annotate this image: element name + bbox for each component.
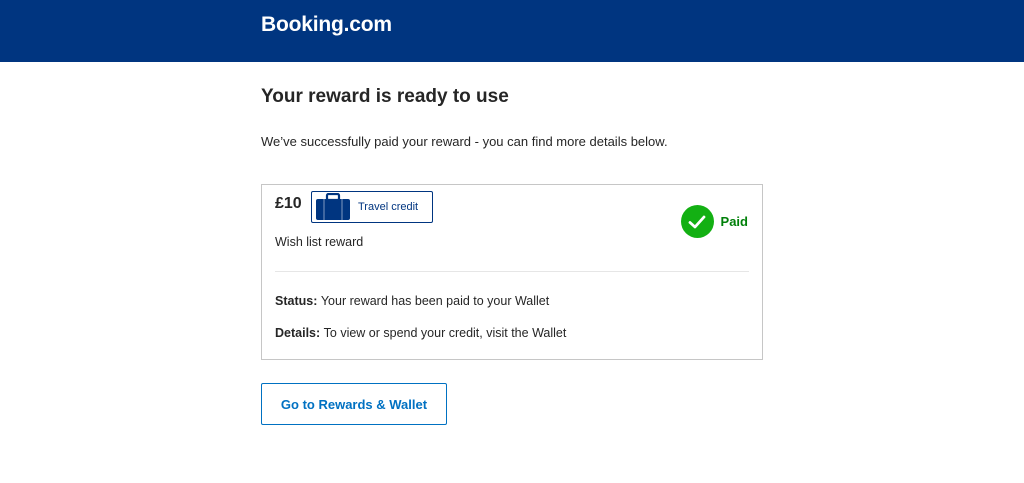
status-value: Your reward has been paid to your Wallet — [320, 294, 550, 308]
go-to-rewards-wallet-button[interactable]: Go to Rewards & Wallet — [261, 383, 447, 425]
status-row: Status: Your reward has been paid to you… — [275, 294, 549, 308]
details-value: To view or spend your credit, visit the … — [323, 326, 567, 340]
travel-credit-badge: Travel credit — [311, 191, 433, 223]
page-title: Your reward is ready to use — [261, 86, 509, 107]
booking-logo[interactable]: Booking.com — [261, 13, 392, 37]
badge-label: Travel credit — [358, 201, 419, 213]
reward-card: £10 Travel credit Wish list reward Paid — [261, 184, 763, 360]
status-key: Status: — [275, 294, 321, 308]
details-key: Details: — [275, 326, 324, 340]
checkmark-icon — [680, 205, 714, 238]
reward-amount: £10 — [275, 195, 302, 212]
reward-name: Wish list reward — [275, 235, 364, 249]
suitcase-icon — [314, 192, 352, 222]
top-header: Booking.com — [0, 0, 1024, 62]
paid-label: Paid — [720, 214, 748, 229]
details-row: Details: To view or spend your credit, v… — [275, 326, 566, 340]
card-divider — [275, 271, 749, 272]
main-content: Your reward is ready to use We’ve succes… — [261, 62, 765, 425]
intro-text: We’ve successfully paid your reward - yo… — [261, 134, 668, 149]
paid-status-badge: Paid — [680, 205, 748, 238]
